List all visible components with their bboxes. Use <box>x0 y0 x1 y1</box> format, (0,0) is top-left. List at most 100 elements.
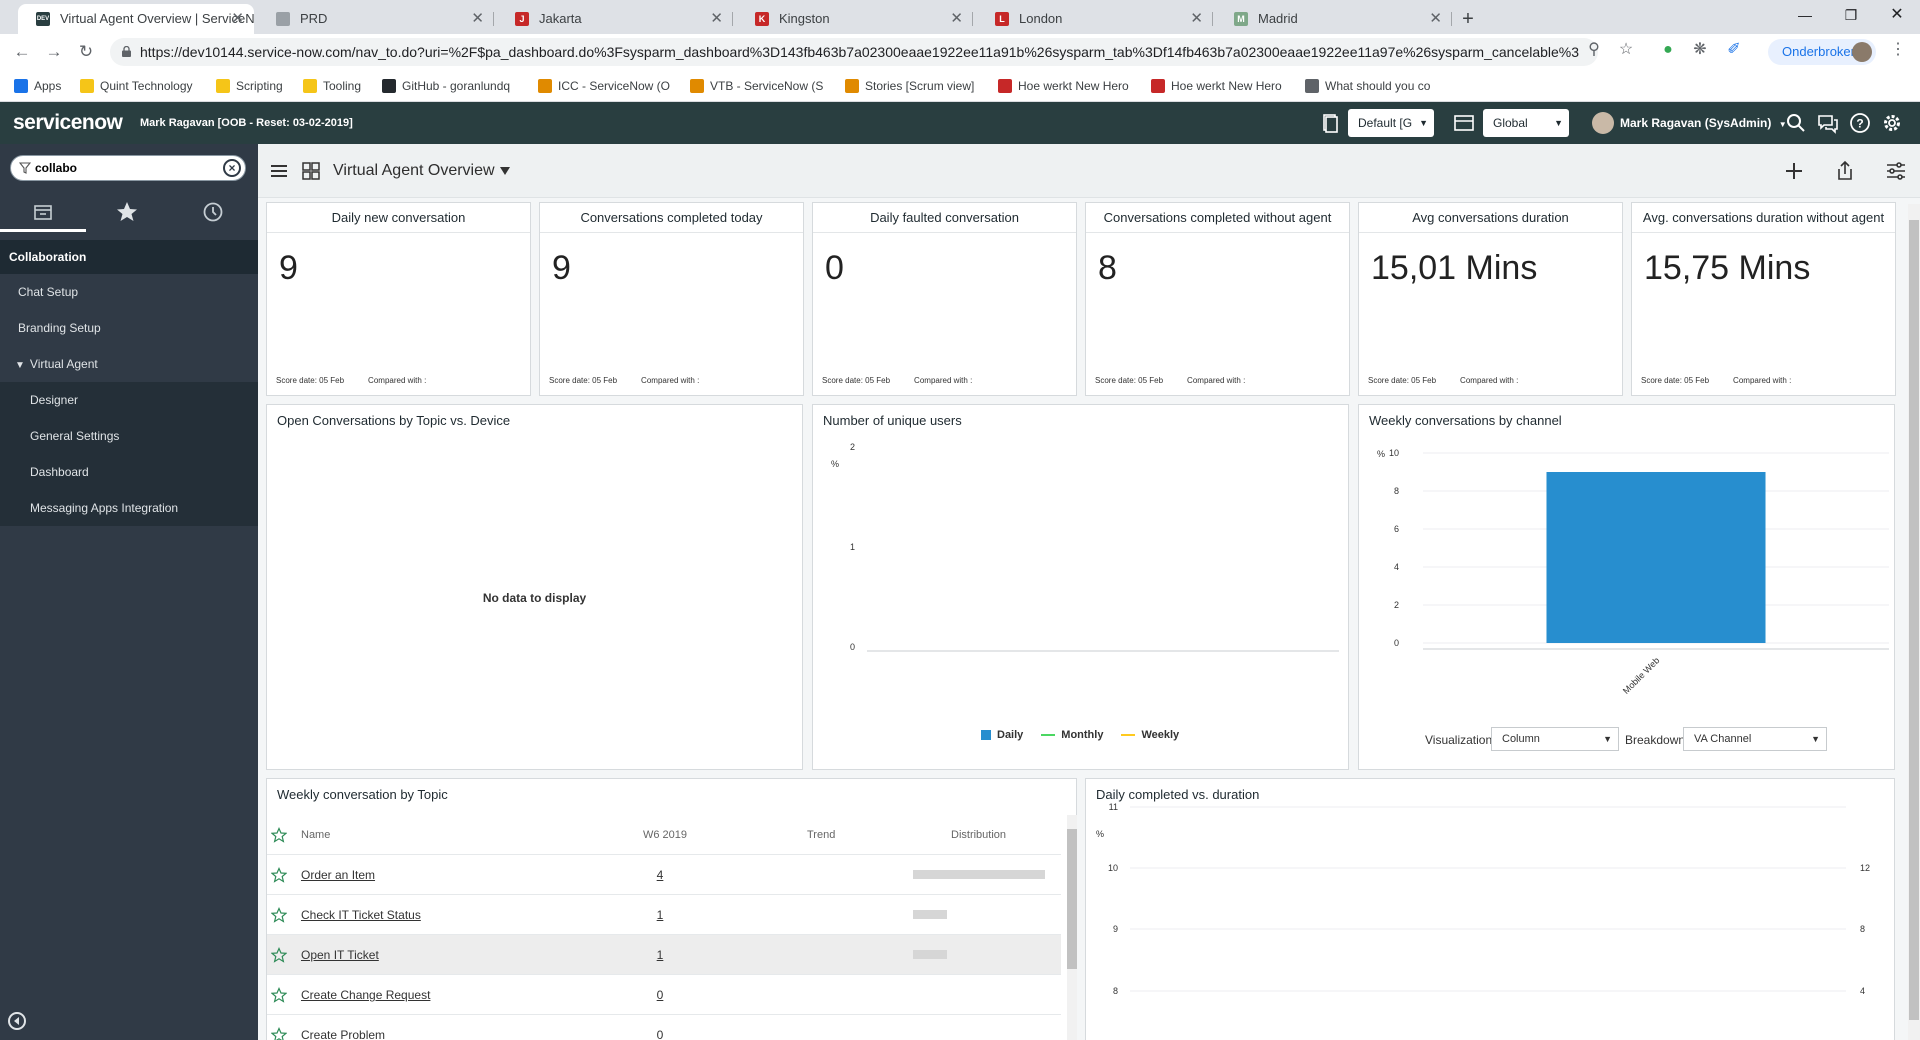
nav-module-item[interactable]: Messaging Apps Integration <box>0 490 258 526</box>
reload-button[interactable]: ↻ <box>72 38 100 66</box>
table-row[interactable]: Create Problem 0 <box>267 1015 1061 1040</box>
extension-gear-icon[interactable]: ❋ <box>1688 38 1712 62</box>
nav-section-collaboration[interactable]: Collaboration <box>0 240 258 274</box>
hamburger-menu-icon[interactable] <box>267 159 291 183</box>
topic-name-link[interactable]: Check IT Ticket Status <box>301 895 421 935</box>
share-icon[interactable] <box>1833 159 1857 183</box>
bookmark-item[interactable]: Quint Technology <box>80 70 193 102</box>
url-field[interactable]: https://dev10144.service-now.com/nav_to.… <box>110 38 1598 66</box>
close-tab-icon[interactable]: ✕ <box>231 4 244 34</box>
extension-pen-icon[interactable]: ✐ <box>1722 38 1746 62</box>
scorecard[interactable]: Avg conversations duration 15,01 Mins Scor… <box>1358 202 1623 396</box>
scorecard[interactable]: Daily new conversation 9 Score date: 05 Fe… <box>266 202 531 396</box>
bookmark-item[interactable]: ICC - ServiceNow (O <box>538 70 670 102</box>
nav-module-item[interactable]: Dashboard <box>0 454 258 490</box>
bar-mobile-web[interactable] <box>1546 472 1766 643</box>
bookmark-item[interactable]: What should you co <box>1305 70 1430 102</box>
topic-name-link[interactable]: Create Change Request <box>301 975 430 1015</box>
nav-module-item[interactable]: Designer <box>0 382 258 418</box>
forward-button[interactable]: → <box>40 38 68 66</box>
table-row[interactable]: Order an Item 4 <box>267 855 1061 895</box>
new-tab-button[interactable]: + <box>1454 5 1482 33</box>
filter-navigator[interactable]: × <box>10 155 246 181</box>
legend-item[interactable]: Daily <box>981 729 1023 741</box>
close-window-button[interactable]: ✕ <box>1874 4 1920 30</box>
star-icon[interactable] <box>271 947 287 963</box>
dashboard-grid-icon[interactable] <box>299 159 323 183</box>
column-header[interactable]: Distribution <box>951 815 1006 855</box>
topic-count-link[interactable]: 0 <box>647 1015 673 1040</box>
table-row[interactable]: Create Change Request 0 <box>267 975 1061 1015</box>
legend-item[interactable]: Weekly <box>1121 729 1179 741</box>
favorites-star-icon[interactable] <box>113 198 141 226</box>
bookmark-item[interactable]: Apps <box>14 70 61 102</box>
extension-icon[interactable]: ● <box>1656 38 1680 62</box>
table-scrollbar[interactable] <box>1067 815 1077 1040</box>
bookmark-item[interactable]: Tooling <box>303 70 361 102</box>
topic-count-link[interactable]: 4 <box>647 855 673 895</box>
filter-settings-icon[interactable] <box>1884 159 1908 183</box>
browser-tab[interactable]: L London ✕ <box>977 4 1213 34</box>
scorecard[interactable]: Conversations completed today 9 Score date… <box>539 202 804 396</box>
scope-select[interactable]: Global ▼ <box>1483 109 1569 137</box>
profile-chip[interactable]: Onderbroken <box>1768 39 1876 65</box>
scorecard[interactable]: Avg. conversations duration without agen… <box>1631 202 1896 396</box>
nav-module-item[interactable]: Chat Setup <box>0 274 258 310</box>
browser-tab[interactable]: M Madrid ✕ <box>1216 4 1452 34</box>
browser-tab[interactable]: K Kingston ✕ <box>737 4 973 34</box>
bookmark-star-icon[interactable]: ☆ <box>1614 38 1638 62</box>
table-row[interactable]: Open IT Ticket 1 <box>267 935 1061 975</box>
close-tab-icon[interactable]: ✕ <box>710 4 723 34</box>
topic-count-link[interactable]: 0 <box>647 975 673 1015</box>
close-tab-icon[interactable]: ✕ <box>1429 4 1442 34</box>
star-icon[interactable] <box>271 907 287 923</box>
update-set-select[interactable]: Default [G ▼ <box>1348 109 1434 137</box>
close-tab-icon[interactable]: ✕ <box>471 4 484 34</box>
column-header[interactable]: Trend <box>807 815 835 855</box>
browser-tab[interactable]: PRD ✕ <box>258 4 494 34</box>
nav-module-item[interactable]: ▼ Virtual Agent <box>0 346 258 382</box>
legend-item[interactable]: Monthly <box>1041 729 1103 741</box>
add-icon[interactable] <box>1782 159 1806 183</box>
bookmark-item[interactable]: Stories [Scrum view] <box>845 70 974 102</box>
column-header[interactable]: W6 2019 <box>643 815 687 855</box>
star-icon[interactable] <box>271 1027 287 1040</box>
filter-input[interactable] <box>35 159 215 177</box>
scrollbar-thumb[interactable] <box>1067 829 1077 969</box>
page-scrollbar[interactable] <box>1908 204 1920 1040</box>
close-tab-icon[interactable]: ✕ <box>1190 4 1203 34</box>
history-clock-icon[interactable] <box>199 198 227 226</box>
topic-name-link[interactable]: Open IT Ticket <box>301 935 379 975</box>
bookmark-item[interactable]: VTB - ServiceNow (S <box>690 70 823 102</box>
scorecard[interactable]: Conversations completed without agent 8 Sc… <box>1085 202 1350 396</box>
search-page-icon[interactable]: ⚲ <box>1582 38 1606 62</box>
browser-tab[interactable]: DEV Virtual Agent Overview | ServiceN ✕ <box>18 4 254 34</box>
browser-menu-icon[interactable]: ⋮ <box>1886 38 1910 62</box>
column-header[interactable]: Name <box>301 815 330 855</box>
topic-name-link[interactable]: Create Problem <box>301 1015 385 1040</box>
user-menu[interactable]: Mark Ragavan (SysAdmin) ▼ <box>1592 102 1787 146</box>
topic-count-link[interactable]: 1 <box>647 895 673 935</box>
servicenow-logo[interactable]: servicenow <box>13 111 123 135</box>
bookmark-item[interactable]: Hoe werkt New Hero <box>1151 70 1282 102</box>
visualization-select[interactable]: Column ▼ <box>1491 727 1619 751</box>
table-row[interactable]: Check IT Ticket Status 1 <box>267 895 1061 935</box>
gear-icon[interactable] <box>1880 111 1904 135</box>
star-icon[interactable] <box>271 867 287 883</box>
scorecard[interactable]: Daily faulted conversation 0 Score date: 0… <box>812 202 1077 396</box>
star-icon[interactable] <box>271 827 287 843</box>
restore-button[interactable]: ❐ <box>1828 4 1874 30</box>
back-button[interactable]: ← <box>8 38 36 66</box>
scrollbar-thumb[interactable] <box>1909 220 1919 1020</box>
bookmark-item[interactable]: GitHub - goranlundq <box>382 70 510 102</box>
bookmark-item[interactable]: Hoe werkt New Hero <box>998 70 1129 102</box>
nav-module-item[interactable]: General Settings <box>0 418 258 454</box>
star-icon[interactable] <box>271 987 287 1003</box>
connect-chat-icon[interactable] <box>1816 111 1840 135</box>
browser-tab[interactable]: J Jakarta ✕ <box>497 4 733 34</box>
topic-count-link[interactable]: 1 <box>647 935 673 975</box>
bookmark-item[interactable]: Scripting <box>216 70 283 102</box>
clear-filter-icon[interactable]: × <box>223 159 241 177</box>
search-icon[interactable] <box>1784 111 1808 135</box>
breakdown-select[interactable]: VA Channel ▼ <box>1683 727 1827 751</box>
